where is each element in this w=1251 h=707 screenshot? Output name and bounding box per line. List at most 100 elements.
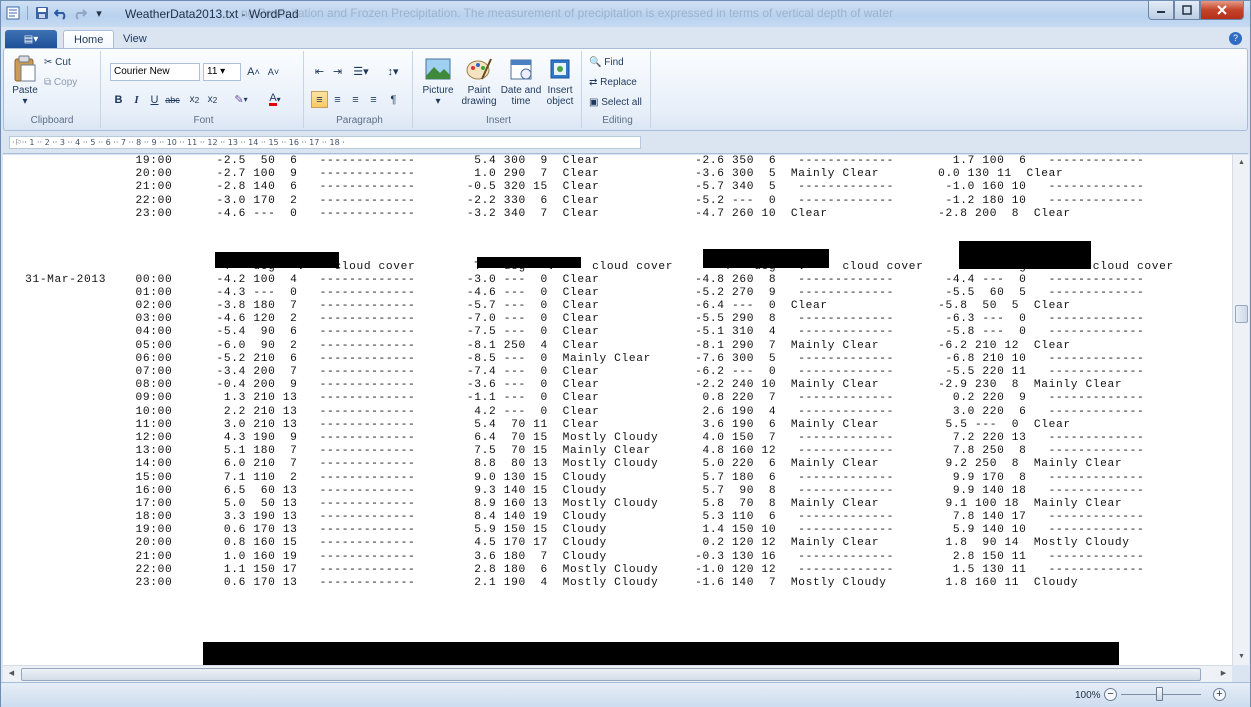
document-line[interactable]: 22:00 1.1 150 17 ------------- 2.8 180 6… — [3, 564, 1174, 577]
zoom-slider-thumb[interactable] — [1156, 687, 1163, 701]
font-family-select[interactable]: Courier New — [110, 63, 200, 81]
select-all-button[interactable]: ▣ Select all — [589, 97, 642, 108]
document-line[interactable]: 01:00 -4.3 --- 0 ------------- -4.6 --- … — [3, 287, 1174, 300]
document-line[interactable]: 21:00 -2.8 140 6 ------------- -0.5 320 … — [3, 181, 1174, 194]
document-line[interactable]: 17:00 5.0 50 13 ------------- 8.9 160 13… — [3, 498, 1174, 511]
align-center-button[interactable]: ≡ — [329, 91, 346, 108]
document-line[interactable]: 06:00 -5.2 210 6 ------------- -8.5 --- … — [3, 353, 1174, 366]
document-line[interactable]: 07:00 -3.4 200 7 ------------- -7.4 --- … — [3, 366, 1174, 379]
document-line[interactable]: 10:00 2.2 210 13 ------------- 4.2 --- 0… — [3, 406, 1174, 419]
horizontal-scroll-thumb[interactable] — [21, 668, 1201, 681]
paste-button[interactable]: Paste ▾ — [10, 55, 40, 107]
scroll-left-icon[interactable]: ◀ — [3, 666, 20, 682]
maximize-button[interactable] — [1174, 1, 1200, 20]
ruler-scale[interactable]: ·⚐·· 1 ·· 2 ·· 3 ·· 4 ·· 5 ·· 6 ·· 7 ·· … — [9, 136, 641, 149]
document-line[interactable]: 05:00 -6.0 90 2 ------------- -8.1 250 4… — [3, 340, 1174, 353]
justify-icon: ≡ — [370, 93, 377, 106]
document-line[interactable]: 20:00 -2.7 100 9 ------------- 1.0 290 7… — [3, 168, 1174, 181]
app-icon[interactable] — [5, 5, 21, 21]
decrease-indent-button[interactable]: ⇤ — [311, 63, 328, 80]
tab-home[interactable]: Home — [63, 30, 115, 49]
document-line[interactable]: 21:00 1.0 160 19 ------------- 3.6 180 7… — [3, 551, 1174, 564]
document-line[interactable]: 23:00 -4.6 --- 0 ------------- -3.2 340 … — [3, 208, 1174, 221]
qat-separator — [27, 6, 28, 20]
document-line[interactable]: 09:00 1.3 210 13 ------------- -1.1 --- … — [3, 392, 1174, 405]
document-line[interactable]: 19:00 -2.5 50 6 ------------- 5.4 300 9 … — [3, 155, 1174, 168]
align-center-icon: ≡ — [334, 93, 341, 106]
insert-object-button[interactable]: Insert object — [542, 55, 578, 107]
line-spacing-button[interactable]: ↕ ▾ — [379, 63, 407, 80]
ribbon: Paste ▾ ✂ Cut ⧉ Copy Clipboard Courier Ne… — [3, 48, 1248, 131]
customize-qat-icon[interactable]: ▾ — [91, 5, 107, 21]
document-line[interactable]: 20:00 0.8 160 15 ------------- 4.5 170 1… — [3, 537, 1174, 550]
document-line[interactable]: 04:00 -5.4 90 6 ------------- -7.5 --- 0… — [3, 326, 1174, 339]
minimize-button[interactable] — [1148, 1, 1174, 20]
cut-button[interactable]: ✂ Cut — [44, 57, 71, 68]
document-text[interactable]: 19:00 -2.5 50 6 ------------- 5.4 300 9 … — [3, 155, 1174, 590]
highlight-color-button[interactable]: ✎ ▾ — [226, 91, 256, 108]
align-right-button[interactable]: ≡ — [347, 91, 364, 108]
ribbon-tabs: ▤▾ Home View ? — [1, 27, 1250, 49]
document-line[interactable]: 22:00 -3.0 170 2 ------------- -2.2 330 … — [3, 195, 1174, 208]
cut-icon: ✂ — [44, 57, 53, 68]
increase-indent-button[interactable]: ⇥ — [329, 63, 346, 80]
underline-button[interactable]: U — [146, 91, 163, 108]
picture-button[interactable]: Picture ▾ — [420, 55, 456, 107]
grow-font-button[interactable]: A ˄ — [245, 63, 262, 80]
close-button[interactable] — [1200, 1, 1244, 20]
strikethrough-button[interactable]: abc — [164, 91, 181, 108]
document-area[interactable]: 19:00 -2.5 50 6 ------------- 5.4 300 9 … — [3, 155, 1232, 665]
scroll-down-icon[interactable]: ▼ — [1233, 649, 1250, 665]
paste-icon — [10, 55, 40, 83]
document-line[interactable]: 12:00 4.3 190 9 ------------- 6.4 70 15 … — [3, 432, 1174, 445]
document-line[interactable]: 03:00 -4.6 120 2 ------------- -7.0 --- … — [3, 313, 1174, 326]
date-time-label: Date and time — [500, 85, 542, 107]
document-line[interactable]: 11:00 3.0 210 13 ------------- 5.4 70 11… — [3, 419, 1174, 432]
ruler[interactable]: ·⚐·· 1 ·· 2 ·· 3 ·· 4 ·· 5 ·· 6 ·· 7 ·· … — [3, 132, 1248, 154]
document-line[interactable]: 16:00 6.5 60 13 ------------- 9.3 140 15… — [3, 485, 1174, 498]
zoom-in-button[interactable]: + — [1213, 688, 1226, 701]
document-line[interactable]: 14:00 6.0 210 7 ------------- 8.8 80 13 … — [3, 458, 1174, 471]
document-line[interactable]: 02:00 -3.8 180 7 ------------- -5.7 --- … — [3, 300, 1174, 313]
italic-button[interactable]: I — [128, 91, 145, 108]
copy-button[interactable]: ⧉ Copy — [44, 77, 77, 88]
editing-group-label: Editing — [602, 115, 633, 126]
scroll-right-icon[interactable]: ▶ — [1215, 666, 1232, 682]
insert-object-label: Insert object — [546, 85, 574, 107]
document-line[interactable]: 18:00 3.3 190 13 ------------- 8.4 140 1… — [3, 511, 1174, 524]
scroll-up-icon[interactable]: ▲ — [1233, 155, 1250, 171]
justify-button[interactable]: ≡ — [365, 91, 382, 108]
decrease-indent-icon: ⇤ — [314, 66, 325, 78]
save-icon[interactable] — [34, 5, 50, 21]
find-button[interactable]: 🔍 Find — [589, 57, 624, 68]
replace-button[interactable]: ⇄ Replace — [589, 77, 637, 88]
paragraph-settings-button[interactable]: ¶ — [385, 91, 402, 108]
align-left-button[interactable]: ≡ — [311, 91, 328, 108]
bold-button[interactable]: B — [110, 91, 127, 108]
redo-icon[interactable] — [72, 5, 88, 21]
undo-icon[interactable] — [53, 5, 69, 21]
document-line[interactable]: 31-Mar-2013 00:00 -4.2 100 4 -----------… — [3, 274, 1174, 287]
document-line[interactable] — [3, 221, 1174, 234]
document-line[interactable]: 19:00 0.6 170 13 ------------- 5.9 150 1… — [3, 524, 1174, 537]
document-line[interactable]: 23:00 0.6 170 13 ------------- 2.1 190 4… — [3, 577, 1174, 590]
shrink-font-button[interactable]: A ˅ — [265, 63, 282, 80]
tab-view[interactable]: View — [113, 30, 157, 49]
superscript-button[interactable]: x2 — [204, 91, 221, 108]
zoom-out-button[interactable]: − — [1104, 688, 1117, 701]
bullets-button[interactable]: ☰ ▾ — [347, 63, 375, 80]
help-icon[interactable]: ? — [1229, 32, 1242, 45]
document-line[interactable]: 08:00 -0.4 200 9 ------------- -3.6 --- … — [3, 379, 1174, 392]
document-line[interactable]: 15:00 7.1 110 2 ------------- 9.0 130 15… — [3, 472, 1174, 485]
vertical-scroll-thumb[interactable] — [1235, 305, 1248, 323]
application-menu-button[interactable]: ▤▾ — [5, 30, 57, 48]
date-time-button[interactable]: Date and time — [500, 55, 542, 107]
document-line[interactable]: 13:00 5.1 180 7 ------------- 7.5 70 15 … — [3, 445, 1174, 458]
subscript-button[interactable]: x2 — [186, 91, 203, 108]
vertical-scrollbar[interactable]: ▲ ▼ — [1232, 155, 1249, 665]
font-color-button[interactable]: A ▾ — [260, 91, 290, 108]
font-size-select[interactable]: 11 ▾ — [203, 63, 241, 81]
paint-drawing-button[interactable]: Paint drawing — [460, 55, 498, 107]
bullet-list-icon: ☰ — [353, 66, 364, 78]
horizontal-scrollbar[interactable]: ◀ ▶ — [3, 665, 1232, 682]
